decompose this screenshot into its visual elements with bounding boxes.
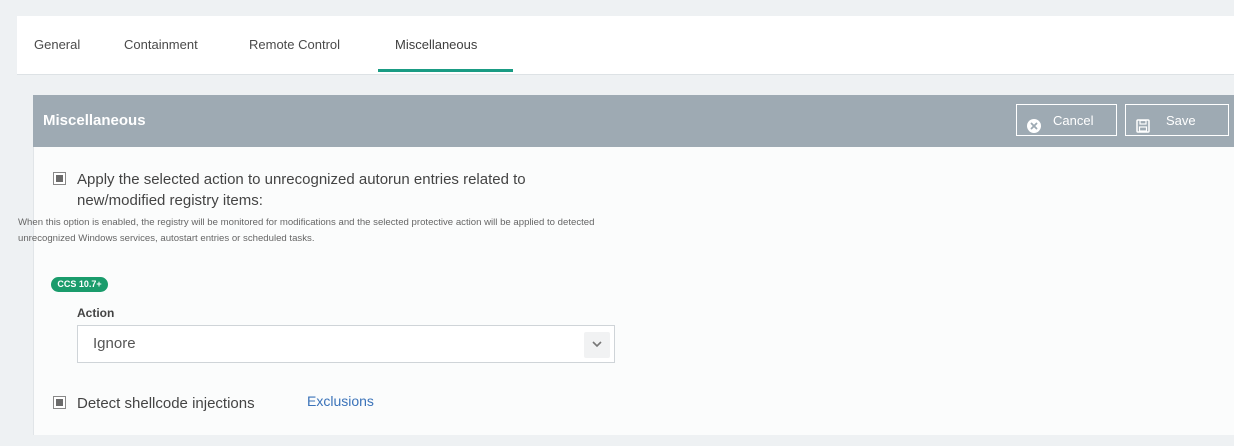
autorun-option-label: Apply the selected action to unrecognize… <box>77 171 526 188</box>
version-badge: CCS 10.7+ <box>51 277 108 292</box>
chevron-down-icon <box>592 341 602 348</box>
panel-title: Miscellaneous <box>43 112 146 129</box>
action-field-label: Action <box>77 306 115 320</box>
cancel-button-label: Cancel <box>1053 113 1094 128</box>
save-button[interactable]: Save <box>1125 104 1229 136</box>
save-button-label: Save <box>1166 113 1196 128</box>
cancel-button[interactable]: Cancel <box>1016 104 1117 136</box>
dropdown-arrow[interactable] <box>584 332 610 358</box>
tab-general[interactable]: General <box>34 16 80 74</box>
checkbox-check-mark <box>56 175 63 182</box>
tab-containment[interactable]: Containment <box>124 16 198 74</box>
autorun-checkbox[interactable] <box>53 172 66 185</box>
shellcode-checkbox[interactable] <box>53 396 66 409</box>
autorun-description: When this option is enabled, the registr… <box>18 217 595 244</box>
autorun-option-label-line2: new/modified registry items: <box>77 192 263 209</box>
panel-header: Miscellaneous Cancel Save <box>33 95 1234 147</box>
active-tab-indicator <box>378 69 513 72</box>
shellcode-option-label: Detect shellcode injections <box>77 395 255 412</box>
action-select[interactable]: Ignore <box>77 325 615 363</box>
tab-miscellaneous[interactable]: Miscellaneous <box>395 16 477 74</box>
cancel-circle-icon <box>1027 113 1041 133</box>
action-select-value: Ignore <box>93 335 136 352</box>
checkbox-check-mark <box>56 399 63 406</box>
exclusions-link[interactable]: Exclusions <box>307 393 374 409</box>
tab-bar: General Containment Remote Control Misce… <box>17 16 1234 75</box>
tab-remote-control[interactable]: Remote Control <box>249 16 340 74</box>
save-floppy-icon <box>1136 113 1150 133</box>
